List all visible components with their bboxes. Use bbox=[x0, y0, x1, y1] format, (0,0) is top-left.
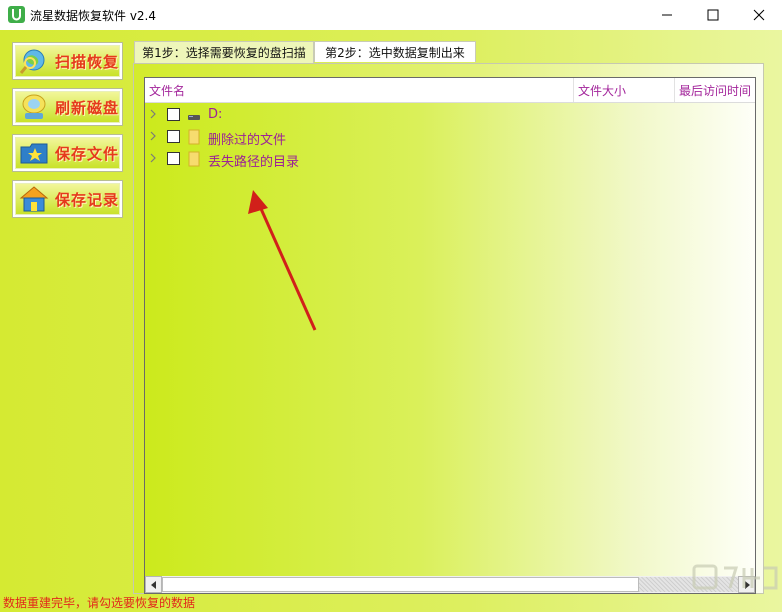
column-header-filename[interactable]: 文件名 bbox=[145, 78, 574, 102]
client-area: 扫描恢复 刷新磁盘 保存文件 保存记录 第1步：选择需要恢复的盘扫描 第2步：选… bbox=[0, 30, 782, 612]
maximize-button[interactable] bbox=[690, 0, 736, 30]
horizontal-scrollbar[interactable] bbox=[145, 576, 755, 593]
maximize-icon bbox=[707, 9, 719, 21]
drive-icon bbox=[188, 115, 200, 120]
folder-icon bbox=[188, 151, 200, 167]
tab-step1[interactable]: 第1步：选择需要恢复的盘扫描 bbox=[134, 41, 314, 63]
title-bar: 流星数据恢复软件 v2.4 bbox=[0, 0, 782, 30]
expand-chevron-icon[interactable] bbox=[149, 153, 157, 163]
refresh-disk-button[interactable]: 刷新磁盘 bbox=[12, 88, 123, 126]
magnifier-globe-icon bbox=[19, 49, 45, 74]
tree-row-lost-path-dirs[interactable]: 丢失路径的目录 bbox=[145, 148, 755, 170]
tree-row-deleted-files[interactable]: 删除过的文件 bbox=[145, 126, 755, 148]
save-records-button[interactable]: 保存记录 bbox=[12, 180, 123, 218]
list-header: 文件名 文件大小 最后访问时间 bbox=[145, 78, 755, 103]
row-checkbox[interactable] bbox=[167, 108, 180, 121]
app-logo-icon bbox=[8, 6, 25, 23]
refresh-disk-icon bbox=[22, 94, 46, 119]
row-label: 删除过的文件 bbox=[208, 133, 287, 148]
minimize-icon bbox=[662, 14, 672, 16]
scan-recover-button[interactable]: 扫描恢复 bbox=[12, 42, 123, 80]
row-label: D: bbox=[208, 107, 223, 122]
close-button[interactable] bbox=[736, 0, 782, 30]
row-checkbox[interactable] bbox=[167, 130, 180, 143]
file-tree-list[interactable]: 文件名 文件大小 最后访问时间 D: 删除过的文件 丢失路径的目录 bbox=[144, 77, 756, 594]
tab-step1-label: 第1步：选择需要恢复的盘扫描 bbox=[142, 46, 306, 60]
column-header-access-time[interactable]: 最后访问时间 bbox=[675, 78, 755, 102]
folder-icon bbox=[188, 129, 200, 145]
close-icon bbox=[753, 9, 765, 21]
row-label: 丢失路径的目录 bbox=[208, 155, 300, 170]
minimize-button[interactable] bbox=[644, 0, 690, 30]
save-files-button[interactable]: 保存文件 bbox=[12, 134, 123, 172]
save-files-label: 保存文件 bbox=[55, 144, 120, 163]
save-records-label: 保存记录 bbox=[55, 190, 120, 209]
row-checkbox[interactable] bbox=[167, 152, 180, 165]
window-title: 流星数据恢复软件 v2.4 bbox=[30, 9, 157, 23]
scroll-left-button[interactable] bbox=[145, 576, 162, 593]
scroll-left-icon bbox=[150, 580, 156, 589]
expand-chevron-icon[interactable] bbox=[149, 131, 157, 141]
scroll-thumb[interactable] bbox=[162, 577, 639, 592]
tab-step2[interactable]: 第2步：选中数据复制出来 bbox=[314, 41, 476, 62]
refresh-disk-label: 刷新磁盘 bbox=[55, 98, 120, 117]
folder-star-icon bbox=[20, 143, 48, 164]
house-icon bbox=[19, 186, 49, 212]
column-header-filesize[interactable]: 文件大小 bbox=[574, 78, 675, 102]
scan-recover-label: 扫描恢复 bbox=[55, 52, 120, 71]
watermark-logo-icon bbox=[692, 564, 778, 590]
status-text: 数据重建完毕，请勾选要恢复的数据 bbox=[3, 596, 196, 610]
tab-step2-label: 第2步：选中数据复制出来 bbox=[325, 45, 465, 60]
expand-chevron-icon[interactable] bbox=[149, 109, 157, 119]
tree-row-drive-d[interactable]: D: bbox=[145, 104, 755, 126]
